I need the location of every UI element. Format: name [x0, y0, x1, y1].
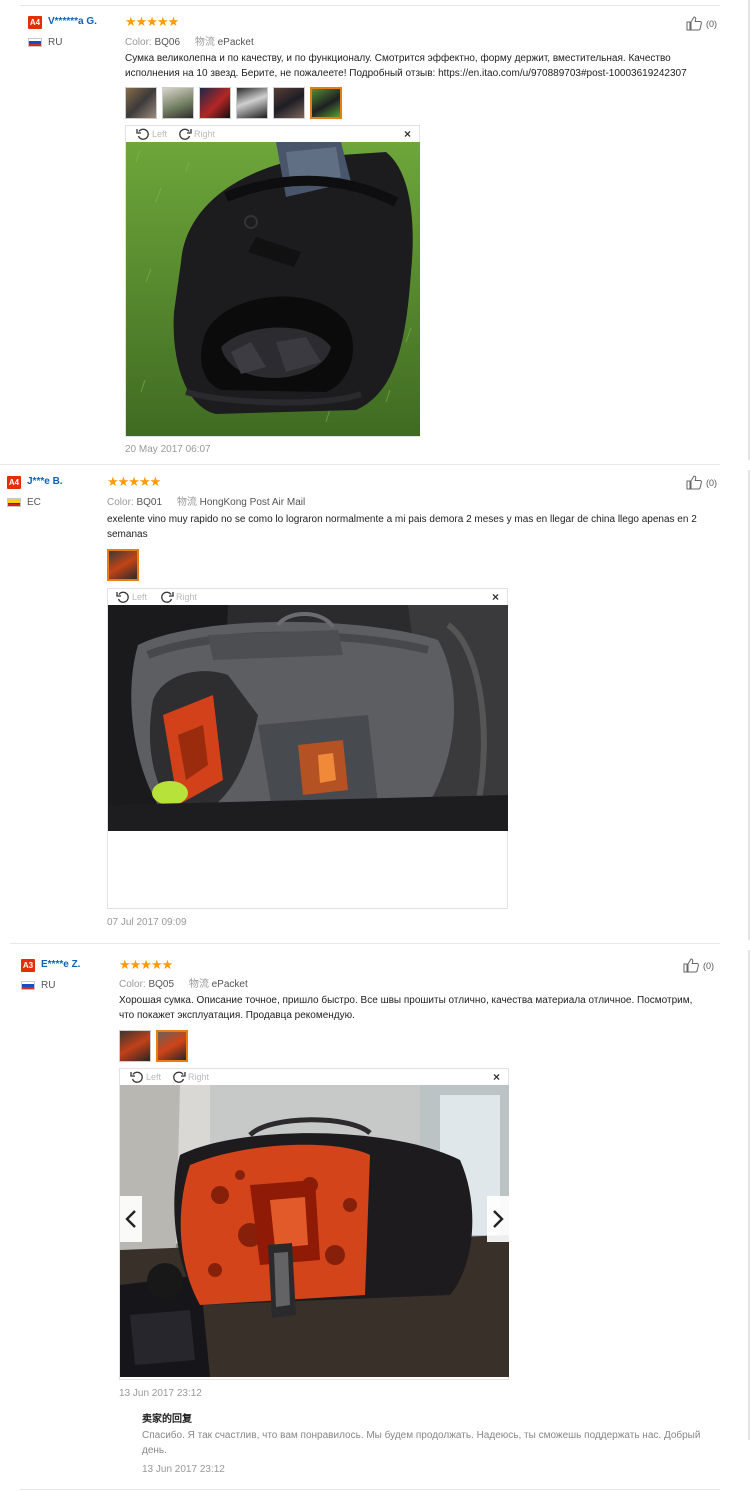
- buyer-name[interactable]: E****e Z.: [41, 959, 80, 970]
- photo-thumbnail-selected[interactable]: [156, 1030, 188, 1062]
- shipping-label: 物流: [194, 37, 215, 48]
- close-icon[interactable]: ×: [492, 589, 499, 605]
- review-text: Сумка великолепна и по качеству, и по фу…: [125, 53, 687, 79]
- thumbs-up-icon: [686, 16, 702, 31]
- like-button[interactable]: (0): [683, 958, 714, 973]
- buyer-name[interactable]: V******a G.: [48, 16, 97, 27]
- shipping-value: HongKong Post Air Mail: [199, 497, 306, 508]
- photo-viewer: Left Right ×: [107, 588, 508, 909]
- rotate-right-button[interactable]: Right: [178, 127, 215, 141]
- rotate-left-label: Left: [132, 592, 148, 602]
- photo-thumbnail[interactable]: [236, 87, 268, 119]
- chevron-left-icon: [125, 1210, 136, 1228]
- review-text: exelente vino muy rapido no se como lo l…: [107, 514, 697, 540]
- photo-viewer: Left Right ×: [125, 125, 420, 437]
- buyer-level-badge: A3: [21, 959, 35, 972]
- like-button[interactable]: (0): [686, 475, 717, 490]
- thumbs-up-icon: [683, 958, 699, 973]
- rotate-left-icon: [130, 1071, 143, 1083]
- rotate-left-button[interactable]: Left: [130, 1070, 161, 1084]
- buyer-name[interactable]: J***e B.: [27, 476, 63, 487]
- rotate-left-label: Left: [152, 129, 168, 139]
- order-info: Color: BQ06 物流 ePacket: [125, 33, 254, 48]
- close-icon[interactable]: ×: [404, 126, 411, 142]
- buyer-country: RU: [48, 37, 63, 48]
- like-button[interactable]: (0): [686, 16, 717, 31]
- review-date: 20 May 2017 06:07: [125, 444, 211, 455]
- photo-thumbnails: [119, 1030, 188, 1062]
- photo-thumbnail[interactable]: [125, 87, 157, 119]
- chevron-right-icon: [493, 1210, 504, 1228]
- review-divider: [0, 464, 720, 465]
- shipping-value: ePacket: [217, 37, 254, 48]
- color-value: BQ05: [148, 979, 175, 990]
- flag-icon: [21, 981, 35, 990]
- photo-thumbnail-selected[interactable]: [107, 549, 139, 581]
- review-photo: [108, 605, 508, 831]
- review-divider: [20, 1489, 720, 1490]
- next-photo-button[interactable]: [487, 1196, 509, 1242]
- rotate-left-button[interactable]: Left: [116, 590, 147, 604]
- seller-reply-title: 卖家的回复: [142, 1414, 192, 1425]
- shipping-label: 物流: [188, 979, 209, 990]
- photo-thumbnail[interactable]: [199, 87, 231, 119]
- flag-icon: [28, 38, 42, 47]
- photo-viewer: Left Right ×: [119, 1068, 509, 1380]
- rotate-left-icon: [116, 591, 129, 603]
- rotate-right-button[interactable]: Right: [160, 590, 197, 604]
- photo-thumbnail[interactable]: [119, 1030, 151, 1062]
- review-date: 07 Jul 2017 09:09: [107, 917, 187, 928]
- review-divider: [20, 5, 720, 6]
- review-divider: [10, 943, 720, 944]
- close-icon[interactable]: ×: [493, 1069, 500, 1085]
- buyer-level-badge: A4: [28, 16, 42, 29]
- buyer-level-badge: A4: [7, 476, 21, 489]
- shipping-value: ePacket: [211, 979, 248, 990]
- color-label: Color:: [119, 979, 146, 990]
- color-label: Color:: [125, 37, 152, 48]
- review-item: A4 V******a G. RU ★★★★★ Color: BQ06 物流 e…: [0, 0, 750, 464]
- photo-thumbnail[interactable]: [162, 87, 194, 119]
- star-rating: ★★★★★: [125, 14, 179, 29]
- color-value: BQ06: [154, 37, 181, 48]
- rotate-right-icon: [173, 1071, 186, 1083]
- review-item: A3 E****e Z. RU ★★★★★ Color: BQ05 物流 ePa…: [0, 943, 750, 1491]
- review-photo: [120, 1085, 509, 1377]
- photo-thumbnail-selected[interactable]: [310, 87, 342, 119]
- star-rating: ★★★★★: [119, 957, 173, 972]
- rotate-left-label: Left: [146, 1072, 162, 1082]
- rotate-left-button[interactable]: Left: [136, 127, 167, 141]
- rotate-right-label: Right: [188, 1072, 210, 1082]
- like-count: (0): [703, 960, 714, 971]
- review-date: 13 Jun 2017 23:12: [119, 1388, 202, 1399]
- flag-icon: [7, 498, 21, 507]
- rotate-left-icon: [136, 128, 149, 140]
- shipping-label: 物流: [176, 497, 197, 508]
- seller-reply-date: 13 Jun 2017 23:12: [142, 1464, 225, 1475]
- previous-photo-button[interactable]: [120, 1196, 142, 1242]
- rotate-right-icon: [179, 128, 192, 140]
- review-item: A4 J***e B. EC ★★★★★ Color: BQ01 物流 Hong…: [0, 464, 750, 943]
- review-text: Хорошая сумка. Описание точное, пришло б…: [119, 995, 693, 1021]
- rotate-right-label: Right: [194, 129, 216, 139]
- like-count: (0): [706, 477, 717, 488]
- color-value: BQ01: [136, 497, 163, 508]
- buyer-country: RU: [41, 980, 56, 991]
- thumbs-up-icon: [686, 475, 702, 490]
- color-label: Color:: [107, 497, 134, 508]
- rotate-right-label: Right: [176, 592, 198, 602]
- photo-thumbnail[interactable]: [273, 87, 305, 119]
- review-photo: [126, 142, 420, 436]
- photo-thumbnails: [107, 549, 139, 581]
- order-info: Color: BQ05 物流 ePacket: [119, 975, 248, 990]
- seller-reply-text: Спасибо. Я так счастлив, что вам понрави…: [142, 1430, 701, 1456]
- order-info: Color: BQ01 物流 HongKong Post Air Mail: [107, 493, 305, 508]
- rotate-right-button[interactable]: Right: [172, 1070, 209, 1084]
- buyer-country: EC: [27, 497, 41, 508]
- photo-thumbnails: [125, 87, 342, 119]
- star-rating: ★★★★★: [107, 474, 161, 489]
- rotate-right-icon: [161, 591, 174, 603]
- like-count: (0): [706, 18, 717, 29]
